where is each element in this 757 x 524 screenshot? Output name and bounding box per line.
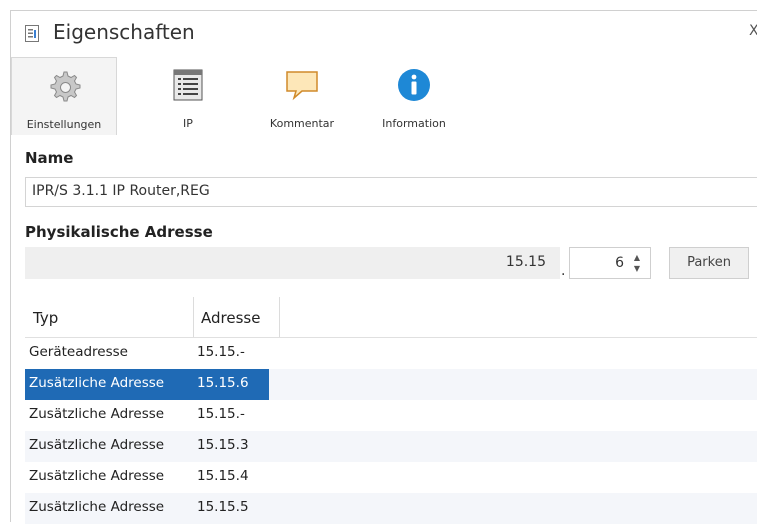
table-row[interactable]: Geräteadresse 15.15.-: [25, 338, 757, 369]
table-row[interactable]: Zusätzliche Adresse 15.15.5: [25, 493, 757, 524]
column-divider[interactable]: [279, 297, 280, 337]
cell-typ: Zusätzliche Adresse: [29, 468, 165, 484]
cell-adresse: 15.15.-: [197, 406, 245, 422]
comment-icon: [286, 71, 318, 101]
column-header-typ[interactable]: Typ: [33, 309, 58, 327]
table-row[interactable]: Zusätzliche Adresse 15.15.6: [25, 369, 757, 400]
cell-adresse: 15.15.-: [197, 344, 245, 360]
table-row[interactable]: Zusätzliche Adresse 15.15.3: [25, 431, 757, 462]
tab-label: IP: [183, 117, 193, 130]
table-row[interactable]: Zusätzliche Adresse 15.15.-: [25, 400, 757, 431]
cell-adresse: 15.15.5: [197, 499, 249, 515]
title-bar: Eigenschaften X: [11, 11, 757, 55]
column-header-adresse[interactable]: Adresse: [201, 309, 260, 327]
tab-label: Information: [382, 117, 446, 130]
address-prefix: 15.15: [505, 254, 546, 270]
cell-typ: Geräteadresse: [29, 344, 128, 360]
cell-adresse: 15.15.4: [197, 468, 249, 484]
cell-typ: Zusätzliche Adresse: [29, 406, 165, 422]
address-table: Typ Adresse Geräteadresse 15.15.- Zusätz…: [25, 297, 757, 524]
close-icon[interactable]: X: [749, 23, 757, 39]
chevron-up-icon[interactable]: ▲: [632, 254, 642, 262]
physical-address-label: Physikalische Adresse: [25, 223, 213, 241]
properties-panel: Eigenschaften X Einstellungen IP Komment…: [10, 10, 757, 524]
cell-typ: Zusätzliche Adresse: [29, 499, 165, 515]
park-button[interactable]: Parken: [669, 247, 749, 279]
address-prefix-field: 15.15: [25, 247, 560, 279]
device-number-stepper[interactable]: 6 ▲ ▼: [569, 247, 651, 279]
cell-adresse: 15.15.3: [197, 437, 249, 453]
column-divider[interactable]: [193, 297, 194, 337]
tab-label: Kommentar: [269, 117, 335, 130]
gear-icon: [50, 71, 81, 102]
chevron-down-icon[interactable]: ▼: [632, 265, 642, 273]
properties-icon: [25, 25, 39, 42]
cell-typ: Zusätzliche Adresse: [29, 437, 165, 453]
info-icon: [398, 69, 430, 101]
tab-label: Einstellungen: [26, 118, 102, 131]
toolbar-tabs: Einstellungen IP Kommentar Information: [11, 55, 757, 137]
name-field[interactable]: IPR/S 3.1.1 IP Router,REG: [25, 177, 757, 207]
window-title: Eigenschaften: [53, 20, 195, 44]
tab-ip[interactable]: IP: [135, 57, 241, 135]
tab-kommentar[interactable]: Kommentar: [249, 57, 355, 135]
cell-typ: Zusätzliche Adresse: [29, 375, 165, 391]
address-separator: .: [561, 263, 566, 279]
cell-adresse: 15.15.6: [197, 375, 249, 391]
tab-einstellungen[interactable]: Einstellungen: [11, 57, 117, 135]
table-row[interactable]: Zusätzliche Adresse 15.15.4: [25, 462, 757, 493]
table-header: Typ Adresse: [25, 297, 757, 338]
list-icon: [173, 69, 203, 101]
name-label: Name: [25, 149, 74, 167]
tab-information[interactable]: Information: [361, 57, 467, 135]
device-number-value: 6: [615, 255, 624, 271]
